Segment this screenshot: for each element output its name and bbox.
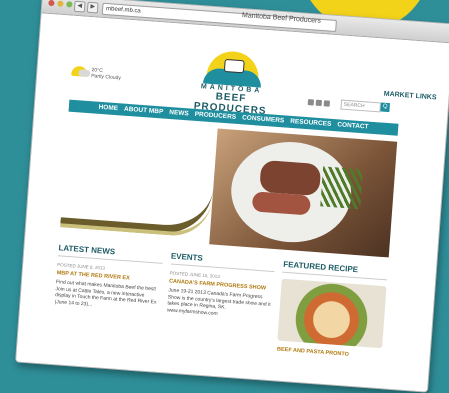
weather-text: 20°C Partly Cloudy (91, 67, 122, 81)
nav-about[interactable]: ABOUT MBP (124, 104, 164, 119)
forward-button[interactable]: ▶ (86, 1, 99, 14)
close-button[interactable] (48, 0, 55, 7)
asparagus-shape (320, 166, 364, 210)
nav-news[interactable]: NEWS (169, 107, 189, 120)
market-links[interactable]: MARKET LINKS (383, 91, 436, 102)
back-button[interactable]: ◀ (73, 0, 86, 13)
youtube-icon[interactable] (323, 100, 331, 107)
search-input[interactable]: SEARCH (340, 99, 382, 113)
web-page: 20°C Partly Cloudy MANITOBA BEEF PRODUCE… (16, 13, 449, 392)
minimize-button[interactable] (57, 0, 64, 7)
weather-desc: Partly Cloudy (90, 73, 122, 82)
social-icons (307, 99, 331, 107)
logo-cow-icon (223, 58, 245, 74)
browser-window: ◀ ▶ mbeef.mb.ca Manitoba Beef Producers … (15, 0, 449, 393)
hero-food-photo[interactable] (209, 128, 398, 258)
stage: ◀ ▶ mbeef.mb.ca Manitoba Beef Producers … (0, 0, 449, 393)
partly-cloudy-icon (71, 65, 88, 77)
search-button[interactable]: Q (380, 102, 390, 113)
event-summary: June 19-21 2013 Canada's Farm Progress S… (166, 287, 271, 317)
nav-contact[interactable]: CONTACT (337, 119, 369, 133)
recipe-photo[interactable] (277, 278, 387, 349)
hero-banner (59, 117, 398, 262)
steak-shape (259, 159, 322, 197)
nav-consumers[interactable]: CONSUMERS (242, 112, 285, 127)
weather-widget: 20°C Partly Cloudy (71, 65, 122, 81)
nav-resources[interactable]: RESOURCES (290, 116, 332, 131)
logo-mark (202, 49, 263, 88)
latest-news-column: LATEST NEWS POSTED JUNE 8, 2013 MBP AT T… (50, 243, 164, 370)
steak-slice-shape (251, 191, 312, 216)
history-buttons: ◀ ▶ (73, 0, 99, 14)
nav-home[interactable]: HOME (98, 102, 118, 115)
events-column: EVENTS POSTED JUNE 15, 2013 CANADA'S FAR… (162, 251, 276, 378)
news-summary: Find out what makes Manitoba Beef the be… (54, 279, 157, 308)
events-heading: EVENTS (170, 251, 276, 273)
nav-producers[interactable]: PRODUCERS (194, 109, 236, 124)
featured-recipe-column: FEATURED RECIPE BEEF AND PASTA PRONTO (275, 259, 388, 387)
window-controls (48, 0, 73, 8)
zoom-button[interactable] (66, 1, 73, 8)
featured-recipe-heading: FEATURED RECIPE (282, 259, 388, 281)
latest-news-heading: LATEST NEWS (57, 243, 164, 264)
facebook-icon[interactable] (315, 99, 323, 107)
twitter-icon[interactable] (307, 99, 315, 106)
recipe-title-link[interactable]: BEEF AND PASTA PRONTO (277, 347, 382, 361)
content-columns: LATEST NEWS POSTED JUNE 8, 2013 MBP AT T… (50, 243, 388, 387)
